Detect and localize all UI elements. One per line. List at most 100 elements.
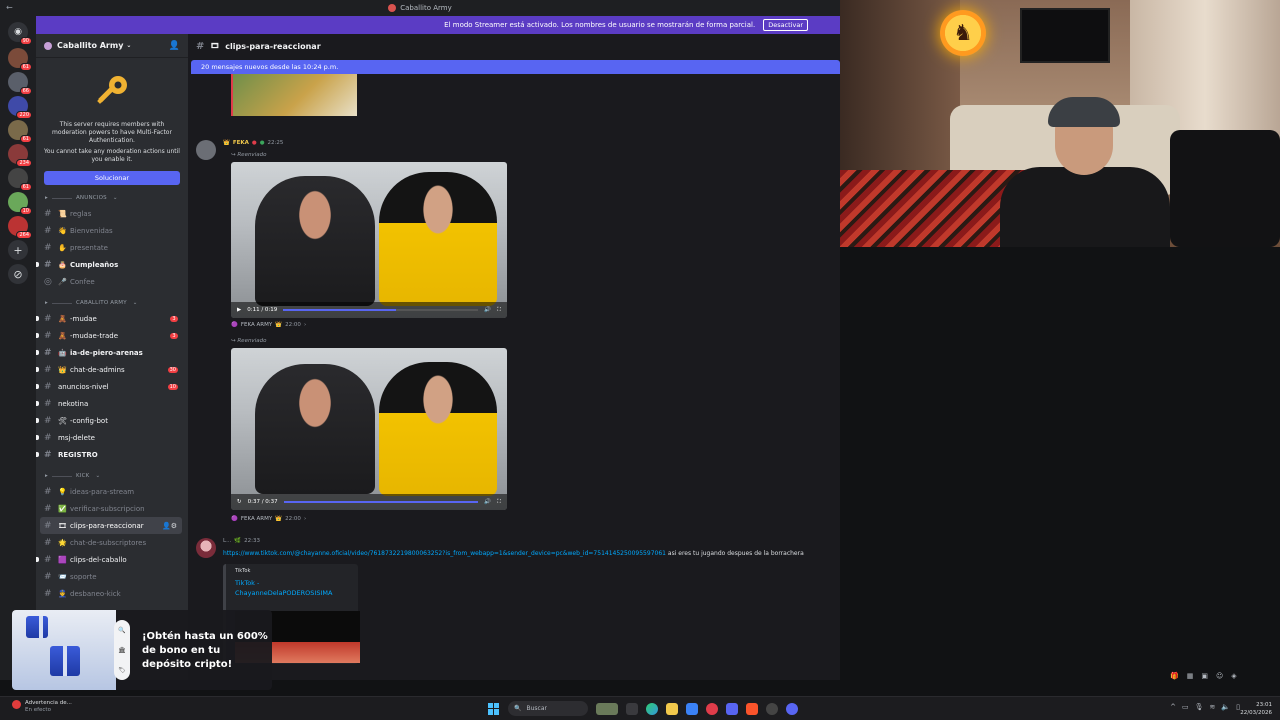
channel-item[interactable]: # nekotina <box>36 395 188 412</box>
fullscreen-icon[interactable]: ⛶ <box>497 307 501 314</box>
tiktok-link[interactable]: https://www.tiktok.com/@chayanne.oficial… <box>223 550 666 557</box>
category-anuncios[interactable]: ▸ ANUNCIOS ⌄ <box>36 191 188 205</box>
volume-icon[interactable]: 🔊 <box>484 307 491 313</box>
task-view-icon[interactable] <box>626 702 638 715</box>
brave-icon[interactable] <box>746 702 758 715</box>
channel-settings-icon[interactable]: 👤⚙ <box>162 522 177 530</box>
channel-item[interactable]: # 👋 Bienvenidas <box>36 222 188 239</box>
discord-icon[interactable] <box>726 702 738 715</box>
taskbar-notification[interactable]: Advertencia de... En efecto <box>12 700 72 714</box>
channel-item-active[interactable]: # 🎞 clips-para-reaccionar 👤⚙ <box>40 517 182 534</box>
sticker-icon[interactable]: ▣ <box>1201 672 1208 684</box>
channel-item[interactable]: # 👮 desbaneo-kick <box>36 585 188 602</box>
video-progress-fill <box>283 309 397 311</box>
gift-icon <box>50 646 80 676</box>
category-label: ANUNCIOS <box>75 195 107 201</box>
edge-icon[interactable] <box>646 702 658 715</box>
category-kick[interactable]: ▸ KICK ⌄ <box>36 469 188 483</box>
resolve-button[interactable]: Solucionar <box>44 171 180 185</box>
channel-item[interactable]: # 🌟 chat-de-subscriptores <box>36 534 188 551</box>
channel-label: msj-delete <box>58 433 95 442</box>
video-progress[interactable] <box>283 309 479 311</box>
server-icon[interactable]: 264 <box>8 216 32 239</box>
hash-icon: # <box>44 554 52 565</box>
channel-item[interactable]: # anuncios-nivel 10 <box>36 378 188 395</box>
username-partial[interactable]: L... <box>223 538 231 544</box>
mic-icon[interactable]: 🎙 <box>1195 703 1204 711</box>
channel-item[interactable]: # 🧸 -mudae-trade 3 <box>36 327 188 344</box>
server-icon[interactable]: 61 <box>8 48 32 71</box>
volume-icon[interactable]: 🔊 <box>484 499 491 505</box>
chevron-up-icon[interactable]: ^ <box>1170 703 1176 711</box>
disable-streamer-button[interactable]: Desactivar <box>763 19 808 31</box>
store-icon[interactable] <box>686 702 698 715</box>
app-icon[interactable]: ◈ <box>1231 672 1236 684</box>
channel-label: anuncios-nivel <box>58 382 109 391</box>
back-arrow-icon[interactable]: ← <box>6 3 13 12</box>
server-icon[interactable]: 61 <box>8 168 32 191</box>
hash-icon: # <box>44 503 52 514</box>
channel-item[interactable]: # 🤖 ia-de-piero-arenas <box>36 344 188 361</box>
replay-icon[interactable]: ↻ <box>237 499 242 505</box>
emoji-icon[interactable]: ☺ <box>1216 672 1223 684</box>
channel-label: verificar-subscripcion <box>70 504 145 513</box>
server-header[interactable]: Caballito Army ⌄ 👤 <box>36 34 188 58</box>
add-server-icon[interactable]: + <box>8 240 28 260</box>
channel-item[interactable]: # 👑 chat-de-admins 30 <box>36 361 188 378</box>
channel-item[interactable]: ◎ 🎤 Confee <box>36 273 188 290</box>
category-caballito-army[interactable]: ▸ CABALLITO ARMY ⌄ <box>36 296 188 310</box>
video-player[interactable]: ▶ 0:11 / 0:19 🔊 ⛶ <box>231 162 507 318</box>
gif-icon[interactable]: ▦ <box>1187 672 1194 684</box>
channel-item[interactable]: # 🟪 clips-del-caballo <box>36 551 188 568</box>
message-header: L... 🌿 22:33 <box>223 538 260 544</box>
app-icon[interactable] <box>766 702 778 715</box>
file-explorer-icon[interactable] <box>666 702 678 715</box>
webcam-chair <box>1170 130 1280 247</box>
channel-item[interactable]: # 🧸 -mudae 3 <box>36 310 188 327</box>
channel-item[interactable]: # REGISTRO <box>36 446 188 463</box>
channel-item[interactable]: # 🎂 Cumpleaños <box>36 256 188 273</box>
previous-video-thumbnail[interactable] <box>231 74 357 116</box>
promo-overlay[interactable]: 🔍 🏛 🏷 ¡Obtén hasta un 600% de bono en tu… <box>12 610 272 690</box>
server-icon[interactable]: 61 <box>8 120 32 143</box>
channel-item[interactable]: # 🛠 -config-bot <box>36 412 188 429</box>
username[interactable]: FEKA <box>233 140 249 146</box>
channel-item[interactable]: # msj-delete <box>36 429 188 446</box>
channel-item[interactable]: # 💡 ideas-para-stream <box>36 483 188 500</box>
gift-icon[interactable]: 🎁 <box>1170 672 1179 684</box>
avatar[interactable] <box>196 538 216 558</box>
chat-main: # 🎞 clips-para-reaccionar 20 mensajes nu… <box>188 34 840 680</box>
video-player[interactable]: ↻ 0:37 / 0:37 🔊 ⛶ <box>231 348 507 510</box>
windows-start-icon[interactable] <box>488 702 500 715</box>
channel-item[interactable]: # ✋ presentate <box>36 239 188 256</box>
discover-icon[interactable]: ⊘ <box>8 264 28 284</box>
fullscreen-icon[interactable]: ⛶ <box>497 499 501 506</box>
embed-title[interactable]: TikTok - ChayanneDelaPODEROSISIMA <box>226 574 358 598</box>
avatar[interactable] <box>196 140 216 160</box>
video-progress[interactable] <box>283 501 479 503</box>
video-frame <box>231 348 507 510</box>
server-icon[interactable]: 220 <box>8 96 32 119</box>
wifi-icon[interactable]: ≋ <box>1210 703 1216 711</box>
video-controls: ▶ 0:11 / 0:19 🔊 ⛶ <box>231 302 507 318</box>
server-icon[interactable]: 66 <box>8 72 32 95</box>
app-icon[interactable] <box>786 702 798 715</box>
taskbar-clock[interactable]: 23:01 22/03/2026 <box>1240 701 1272 717</box>
new-messages-bar[interactable]: 20 mensajes nuevos desde las 10:24 p.m. <box>191 60 840 74</box>
taskbar-search[interactable]: 🔍 Buscar <box>508 701 588 716</box>
channel-item[interactable]: # ✅ verificar-subscripcion <box>36 500 188 517</box>
volume-icon[interactable]: 🔈 <box>1221 703 1230 711</box>
direct-messages-icon[interactable]: ◉ 90 <box>8 22 32 45</box>
channel-item[interactable]: # 📨 soporte <box>36 568 188 585</box>
network-icon[interactable]: ▭ <box>1182 703 1189 711</box>
channel-item[interactable]: # 📜 reglas <box>36 205 188 222</box>
server-icon[interactable]: 234 <box>8 144 32 167</box>
server-icon[interactable]: 10 <box>8 192 32 215</box>
widgets-icon[interactable] <box>596 702 618 715</box>
app-icon[interactable] <box>706 702 718 715</box>
mfa-notice: This server requires members with modera… <box>36 58 188 164</box>
invite-people-icon[interactable]: 👤 <box>169 41 180 51</box>
crown-icon: 👑 <box>275 516 283 522</box>
badge: 220 <box>16 111 32 119</box>
play-icon[interactable]: ▶ <box>237 307 241 313</box>
